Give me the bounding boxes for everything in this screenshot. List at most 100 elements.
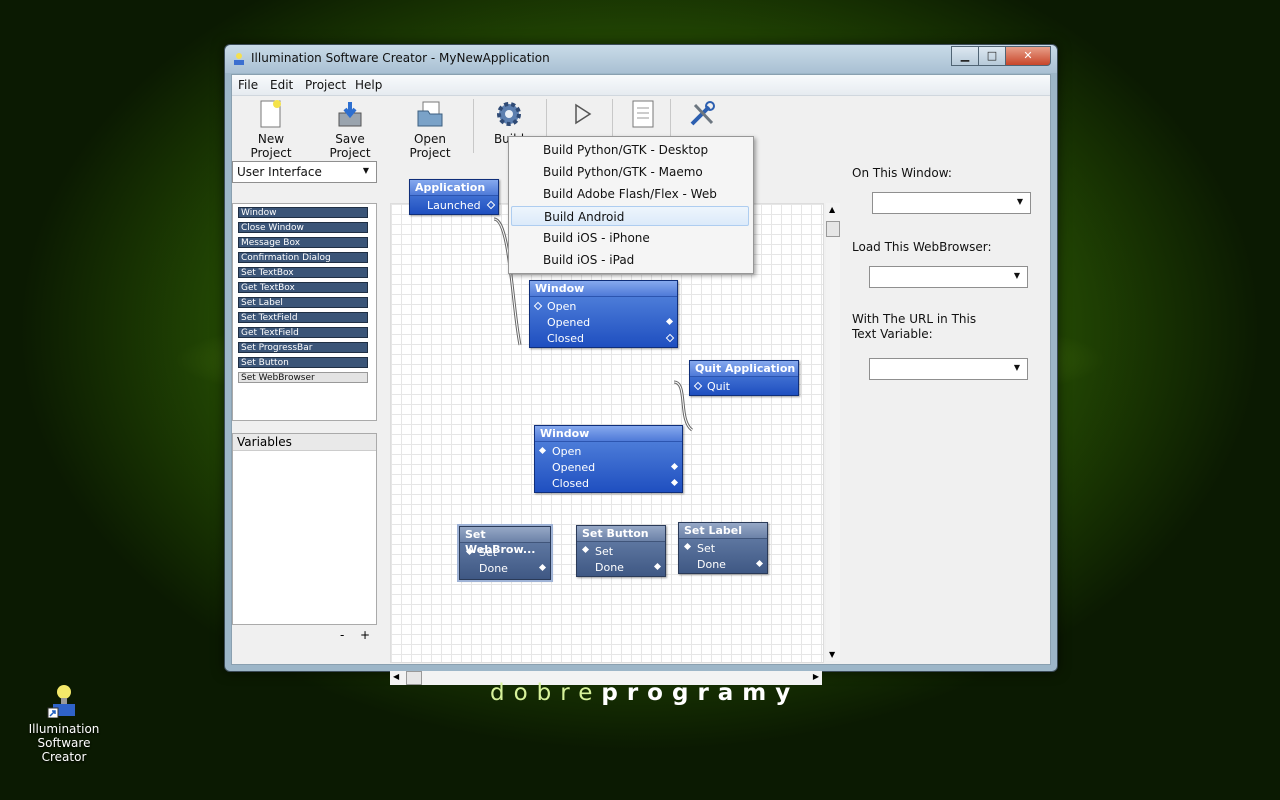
port-in-icon[interactable] [538, 446, 547, 455]
category-select-value: User Interface [237, 165, 322, 179]
save-project-button[interactable]: Save Project [316, 99, 384, 160]
palette-item-set-progressbar[interactable]: Set ProgressBar [238, 342, 368, 353]
window-select[interactable]: ▼ [872, 192, 1031, 214]
menu-edit[interactable]: Edit [270, 78, 293, 92]
scroll-left-icon[interactable]: ◀ [393, 672, 399, 681]
gear-icon [494, 99, 524, 129]
minimize-button[interactable]: ▁ [951, 46, 979, 66]
shortcut-icon [47, 684, 81, 719]
port-out-icon[interactable] [670, 462, 679, 471]
palette-item-message-box[interactable]: Message Box [238, 237, 368, 248]
port-closed: Closed [547, 332, 584, 345]
tools-icon [687, 99, 717, 129]
palette-item-get-textbox[interactable]: Get TextBox [238, 282, 368, 293]
build-ios-ipad[interactable]: Build iOS - iPad [511, 250, 749, 270]
menu-help[interactable]: Help [355, 78, 382, 92]
new-project-label: New Project [250, 132, 292, 160]
port-in-icon[interactable] [581, 545, 590, 554]
url-variable-select[interactable]: ▼ [869, 358, 1028, 380]
new-project-button[interactable]: New Project [238, 99, 304, 160]
open-folder-icon [415, 99, 445, 129]
category-select[interactable]: User Interface ▼ [232, 161, 377, 183]
port-in-icon[interactable] [683, 542, 692, 551]
port-out-icon[interactable] [538, 563, 547, 572]
menu-bar: File Edit Project Help [232, 75, 1050, 96]
save-icon [335, 99, 365, 129]
close-button[interactable]: ✕ [1005, 46, 1051, 66]
build-python-gtk-maemo[interactable]: Build Python/GTK - Maemo [511, 162, 749, 182]
node-window-2-title: Window [535, 426, 682, 442]
port-done: Done [595, 561, 624, 574]
node-window-2[interactable]: Window Open Opened Closed [534, 425, 683, 493]
port-in-icon[interactable] [693, 381, 703, 391]
palette-list: Window Close Window Message Box Confirma… [232, 203, 377, 421]
app-icon [234, 53, 244, 65]
node-window-1[interactable]: Window Open Opened Closed [529, 280, 678, 348]
node-set-label[interactable]: Set Label Set Done [678, 522, 768, 574]
port-out-icon[interactable] [665, 333, 675, 343]
node-set-webbrowser[interactable]: Set WebBrow... Set Done [457, 524, 553, 582]
open-project-button[interactable]: Open Project [394, 99, 466, 160]
window-title: Illumination Software Creator - MyNewApp… [251, 51, 550, 65]
port-open: Open [552, 445, 582, 458]
node-set-label-title: Set Label [679, 523, 767, 539]
port-closed: Closed [552, 477, 589, 490]
vertical-scroll-thumb[interactable] [826, 221, 840, 237]
palette-item-set-textbox[interactable]: Set TextBox [238, 267, 368, 278]
shortcut-label: Illumination Software Creator [28, 722, 100, 764]
scroll-down-icon[interactable]: ▼ [829, 650, 835, 659]
palette-item-window[interactable]: Window [238, 207, 368, 218]
node-set-button[interactable]: Set Button Set Done [576, 525, 666, 577]
remove-variable-button[interactable]: - [340, 628, 344, 642]
title-bar[interactable]: Illumination Software Creator - MyNewApp… [225, 45, 1057, 73]
build-menu: Build Python/GTK - Desktop Build Python/… [508, 136, 754, 274]
open-project-label: Open Project [409, 132, 451, 160]
node-window-1-title: Window [530, 281, 677, 297]
port-out-icon[interactable] [486, 200, 496, 210]
palette-item-close-window[interactable]: Close Window [238, 222, 368, 233]
build-flash-flex-web[interactable]: Build Adobe Flash/Flex - Web [511, 184, 749, 204]
port-out-icon[interactable] [755, 559, 764, 568]
port-quit: Quit [707, 380, 730, 393]
chevron-down-icon: ▼ [1016, 197, 1024, 206]
menu-project[interactable]: Project [305, 78, 346, 92]
add-variable-button[interactable]: + [360, 628, 370, 642]
build-ios-iphone[interactable]: Build iOS - iPhone [511, 228, 749, 248]
tools-button[interactable] [684, 99, 720, 132]
canvas-vertical-scrollbar[interactable]: ▲ ▼ [826, 203, 840, 661]
port-opened: Opened [547, 316, 591, 329]
build-python-gtk-desktop[interactable]: Build Python/GTK - Desktop [511, 140, 749, 160]
horizontal-scroll-thumb[interactable] [406, 671, 422, 685]
palette-item-set-textfield[interactable]: Set TextField [238, 312, 368, 323]
on-this-window-label: On This Window: [852, 166, 952, 180]
port-in-icon[interactable] [533, 301, 543, 311]
port-out-icon[interactable] [653, 562, 662, 571]
chevron-down-icon: ▼ [362, 166, 370, 175]
port-done: Done [697, 558, 726, 571]
node-quit-application[interactable]: Quit Application Quit [689, 360, 799, 396]
desktop-shortcut[interactable]: Illumination Software Creator [14, 684, 114, 764]
node-quit-application-title: Quit Application [690, 361, 798, 377]
palette-item-confirmation-dialog[interactable]: Confirmation Dialog [238, 252, 368, 263]
palette-item-set-webbrowser[interactable]: Set WebBrowser [238, 372, 368, 383]
load-webbrowser-label: Load This WebBrowser: [852, 240, 992, 254]
watermark-bold: programy [601, 680, 800, 706]
port-out-icon[interactable] [670, 478, 679, 487]
chevron-down-icon: ▼ [1013, 363, 1021, 372]
watermark-light: dobre [490, 680, 602, 706]
palette-item-set-label[interactable]: Set Label [238, 297, 368, 308]
scroll-up-icon[interactable]: ▲ [829, 205, 835, 214]
webbrowser-select[interactable]: ▼ [869, 266, 1028, 288]
maximize-button[interactable]: □ [978, 46, 1006, 66]
palette-item-get-textfield[interactable]: Get TextField [238, 327, 368, 338]
node-application[interactable]: Application Launched [409, 179, 499, 215]
run-button[interactable] [566, 99, 600, 132]
page-button[interactable] [626, 99, 660, 132]
menu-file[interactable]: File [238, 78, 258, 92]
port-out-icon[interactable] [665, 317, 674, 326]
palette-item-set-button[interactable]: Set Button [238, 357, 368, 368]
port-opened: Opened [552, 461, 596, 474]
build-android[interactable]: Build Android [511, 206, 749, 226]
page-icon [630, 99, 656, 129]
scroll-right-icon[interactable]: ▶ [813, 672, 819, 681]
